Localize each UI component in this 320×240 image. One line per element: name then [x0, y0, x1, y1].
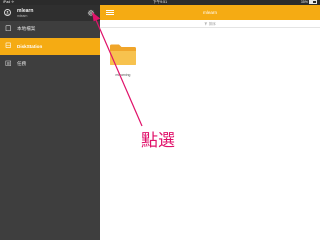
sidebar-item-label: 任務 — [17, 61, 27, 66]
sidebar: mlearn mlearn 本地檔案 DiskStation 任務 — [0, 5, 100, 240]
sort-bar[interactable]: 排序 — [100, 20, 320, 28]
sidebar-item-diskstation[interactable]: DiskStation — [0, 38, 100, 55]
battery-percent: 35% — [300, 0, 308, 5]
account-subtitle: mlearn — [17, 14, 28, 18]
folder-icon — [109, 43, 137, 66]
nas-icon — [5, 42, 12, 49]
sort-label: 排序 — [208, 22, 216, 26]
phone-icon — [5, 24, 12, 32]
sidebar-item-tasks[interactable]: 任務 — [0, 56, 100, 71]
folder-name: mlearning — [115, 73, 131, 77]
top-bar: mlearn — [100, 5, 320, 20]
sidebar-item-local-files[interactable]: 本地檔案 — [0, 21, 100, 36]
tasks-icon — [5, 60, 12, 67]
filter-icon — [204, 22, 208, 26]
settings-gear-icon[interactable] — [87, 9, 95, 17]
page-title: mlearn — [202, 10, 218, 15]
user-avatar-icon[interactable] — [4, 8, 11, 16]
sidebar-item-label: 本地檔案 — [17, 26, 36, 31]
folder-item[interactable]: mlearning — [108, 43, 138, 79]
sidebar-item-label: DiskStation — [17, 44, 43, 49]
main-panel: mlearn 排序 mlearning — [100, 5, 320, 240]
annotation-label: 點選 — [141, 131, 175, 151]
account-header: mlearn mlearn — [0, 5, 100, 21]
battery-icon — [309, 0, 317, 5]
